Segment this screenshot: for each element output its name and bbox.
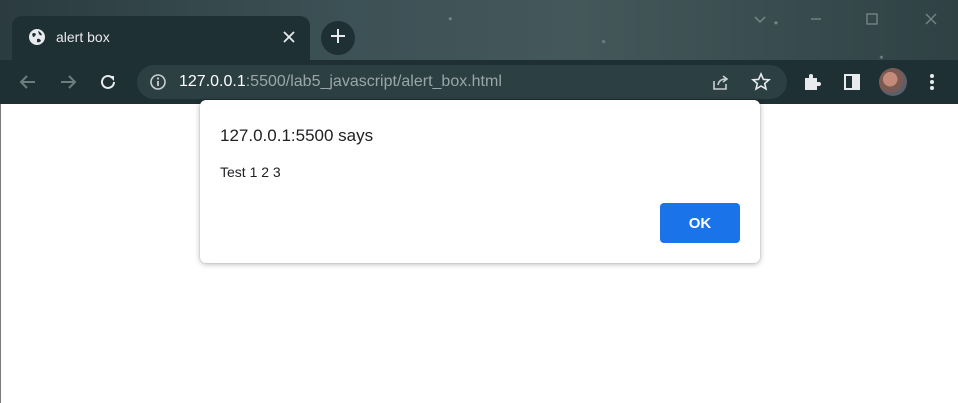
url-path: :5500/lab5_javascript/alert_box.html xyxy=(245,73,502,90)
avatar[interactable] xyxy=(879,68,907,96)
reload-icon[interactable] xyxy=(94,68,122,96)
plus-icon xyxy=(330,28,346,49)
window-close-icon[interactable] xyxy=(920,8,942,30)
page-left-border xyxy=(0,104,1,403)
address-bar[interactable]: 127.0.0.1:5500/lab5_javascript/alert_box… xyxy=(137,65,787,99)
browser-tab-active[interactable]: alert box xyxy=(12,16,310,60)
browser-toolbar: 127.0.0.1:5500/lab5_javascript/alert_box… xyxy=(0,60,958,104)
url-text: 127.0.0.1:5500/lab5_javascript/alert_box… xyxy=(179,73,502,91)
maximize-icon[interactable] xyxy=(861,8,883,30)
new-tab-button[interactable] xyxy=(321,21,355,55)
extensions-puzzle-icon[interactable] xyxy=(800,70,824,94)
minimize-icon[interactable] xyxy=(805,8,827,30)
globe-icon xyxy=(28,28,46,46)
dialog-message: Test 1 2 3 xyxy=(220,164,281,180)
side-panel-icon[interactable] xyxy=(840,70,864,94)
star-icon[interactable] xyxy=(751,72,771,92)
kebab-menu-icon[interactable] xyxy=(920,70,944,94)
share-icon[interactable] xyxy=(711,72,731,92)
url-host: 127.0.0.1 xyxy=(179,73,246,90)
forward-arrow-icon[interactable] xyxy=(54,68,82,96)
chevron-down-icon[interactable] xyxy=(749,8,771,30)
tab-title: alert box xyxy=(56,29,110,45)
ok-button[interactable]: OK xyxy=(660,203,740,243)
info-icon[interactable] xyxy=(149,73,167,91)
alert-dialog: 127.0.0.1:5500 says Test 1 2 3 OK xyxy=(200,100,760,263)
close-icon[interactable] xyxy=(278,26,300,48)
back-arrow-icon[interactable] xyxy=(14,68,42,96)
dialog-title: 127.0.0.1:5500 says xyxy=(220,126,374,145)
browser-chrome: alert box 127.0.0.1:5500/lab5_javascript… xyxy=(0,0,958,104)
